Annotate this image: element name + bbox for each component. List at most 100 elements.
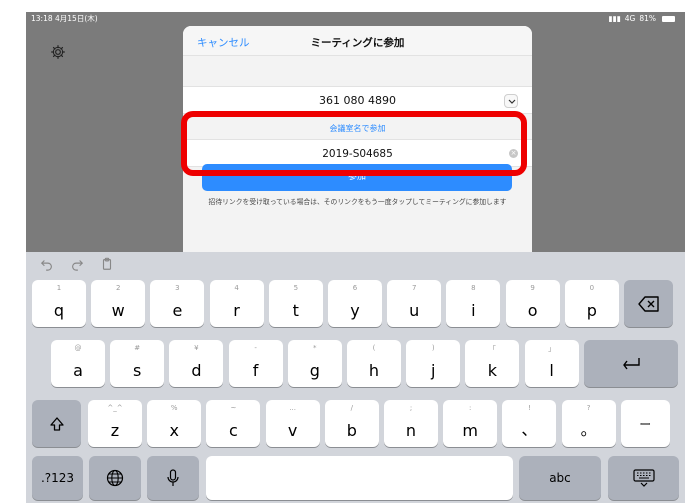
key-k[interactable]: 「k [465, 340, 520, 387]
key-z[interactable]: ^_^ z [88, 400, 142, 447]
status-bar: 13:18 4月15日(木) ▮▮▮ 4G 81% [26, 12, 685, 26]
key-x[interactable]: % x [147, 400, 202, 447]
key-hint: # [134, 344, 141, 352]
key-label: z [110, 421, 120, 440]
key-g[interactable]: * g [287, 340, 342, 387]
key-label: x [169, 421, 179, 440]
key-hint: ( [372, 344, 376, 352]
keyboard-toolbar [26, 252, 685, 278]
microphone-key[interactable] [147, 456, 199, 500]
key-v[interactable]: ... v [265, 400, 320, 447]
backspace-key[interactable] [624, 280, 673, 327]
meeting-id-value: 361 080 4890 [319, 94, 396, 107]
microphone-icon [167, 469, 179, 486]
undo-icon[interactable] [40, 257, 54, 271]
key-hint: 「 [488, 345, 496, 353]
gear-icon[interactable] [50, 44, 66, 60]
key-dash[interactable]: ー [620, 400, 670, 447]
key-label: j [430, 361, 436, 380]
screen: 13:18 4月15日(木) ▮▮▮ 4G 81% キャンセル ミーティングに参… [0, 0, 685, 503]
key-hint: 1 [56, 284, 62, 292]
key-hint: 6 [352, 284, 358, 292]
key-label: m [462, 421, 478, 440]
space-key[interactable] [206, 456, 513, 500]
abc-key[interactable]: abc [519, 456, 601, 500]
key-label: q [53, 301, 65, 320]
invite-note: 招待リンクを受け取っている場合は、そのリンクをもう一度タップしてミーティングに参… [208, 198, 507, 206]
key-m[interactable]: :m [443, 400, 498, 447]
return-key[interactable] [583, 340, 678, 387]
key-hint: % [170, 404, 178, 412]
key-f[interactable]: -f [228, 340, 283, 387]
key-p[interactable]: 0p [564, 280, 619, 327]
key-r[interactable]: 4r [209, 280, 264, 327]
key-hint: 4 [234, 284, 239, 292]
key-hint: @ [74, 344, 82, 352]
shift-icon [49, 416, 64, 431]
key-hint: ... [289, 404, 296, 412]
key-hint: 3 [175, 284, 180, 292]
key-q[interactable]: 1q [32, 280, 86, 327]
redo-icon[interactable] [70, 257, 84, 271]
key-label: y [350, 301, 360, 320]
key-hint: * [313, 344, 317, 352]
chevron-down-icon [508, 99, 516, 104]
key-h[interactable]: (h [347, 340, 401, 387]
key-label: b [346, 421, 357, 440]
shift-key[interactable] [32, 400, 81, 447]
key-s[interactable]: # s [110, 340, 165, 387]
key-e[interactable]: 3e [150, 280, 205, 327]
key-label: g [309, 361, 320, 380]
key-a[interactable]: @ a [51, 340, 105, 387]
key-label: k [487, 361, 498, 380]
key-i[interactable]: 8i [446, 280, 501, 327]
keyboard-hide-icon [632, 469, 655, 487]
key-hint: : [469, 404, 472, 412]
key-l[interactable]: 」 l [524, 340, 579, 387]
battery-percent: 81% [639, 14, 656, 23]
key-y[interactable]: 6y [328, 280, 382, 327]
key-d[interactable]: ¥ d [169, 340, 224, 387]
key-、[interactable]: !、 [502, 400, 557, 447]
key-label: u [409, 301, 420, 320]
key-j[interactable]: ) j [406, 340, 461, 387]
keyboard: 1 q 2 w 3 e 4 r 5 t 6 y 7 u 8 i 9 o 0 p @ a # s ¥ d - f * g(h) j 「k」 l ^_… [26, 252, 685, 503]
key-hint: ¥ [194, 344, 199, 352]
key-label: c [228, 421, 238, 440]
key-u[interactable]: 7u [387, 280, 442, 327]
highlight-box [181, 111, 527, 176]
backspace-icon [637, 295, 659, 312]
dialog-title: ミーティングに参加 [310, 37, 405, 49]
key-label: h [368, 361, 380, 380]
hide-keyboard-key[interactable] [608, 456, 679, 500]
key-hint: ? [586, 404, 591, 412]
globe-key[interactable] [89, 456, 141, 500]
key-label: 、 [521, 420, 538, 439]
key-label: e [172, 301, 183, 320]
key-w[interactable]: 2w [91, 280, 146, 327]
paste-icon[interactable] [100, 257, 114, 271]
key-t[interactable]: 5t [268, 280, 323, 327]
key-label: n [405, 421, 417, 440]
network-label: 4G [624, 14, 636, 23]
battery-icon [662, 16, 675, 22]
key-hint: 5 [293, 284, 299, 292]
key-n[interactable]: ; n [384, 400, 438, 447]
return-icon [623, 357, 640, 369]
key-label: a [73, 361, 83, 380]
numbers-key[interactable]: .?123 [32, 456, 83, 500]
key-。[interactable]: ?。 [561, 400, 616, 447]
dropdown-button[interactable] [504, 94, 518, 108]
key-hint: 2 [115, 284, 121, 292]
meeting-id-field[interactable]: 361 080 4890 [183, 86, 532, 114]
key-hint: 9 [530, 284, 535, 292]
key-label: f [252, 361, 259, 380]
key-label: w [111, 301, 125, 320]
key-hint: ~ [230, 404, 237, 412]
key-c[interactable]: ~ c [206, 400, 261, 447]
key-b[interactable]: / b [324, 400, 379, 447]
key-label: 。 [580, 420, 597, 439]
key-label: v [287, 421, 298, 440]
key-o[interactable]: 9o [505, 280, 560, 327]
key-hint: - [254, 344, 257, 352]
